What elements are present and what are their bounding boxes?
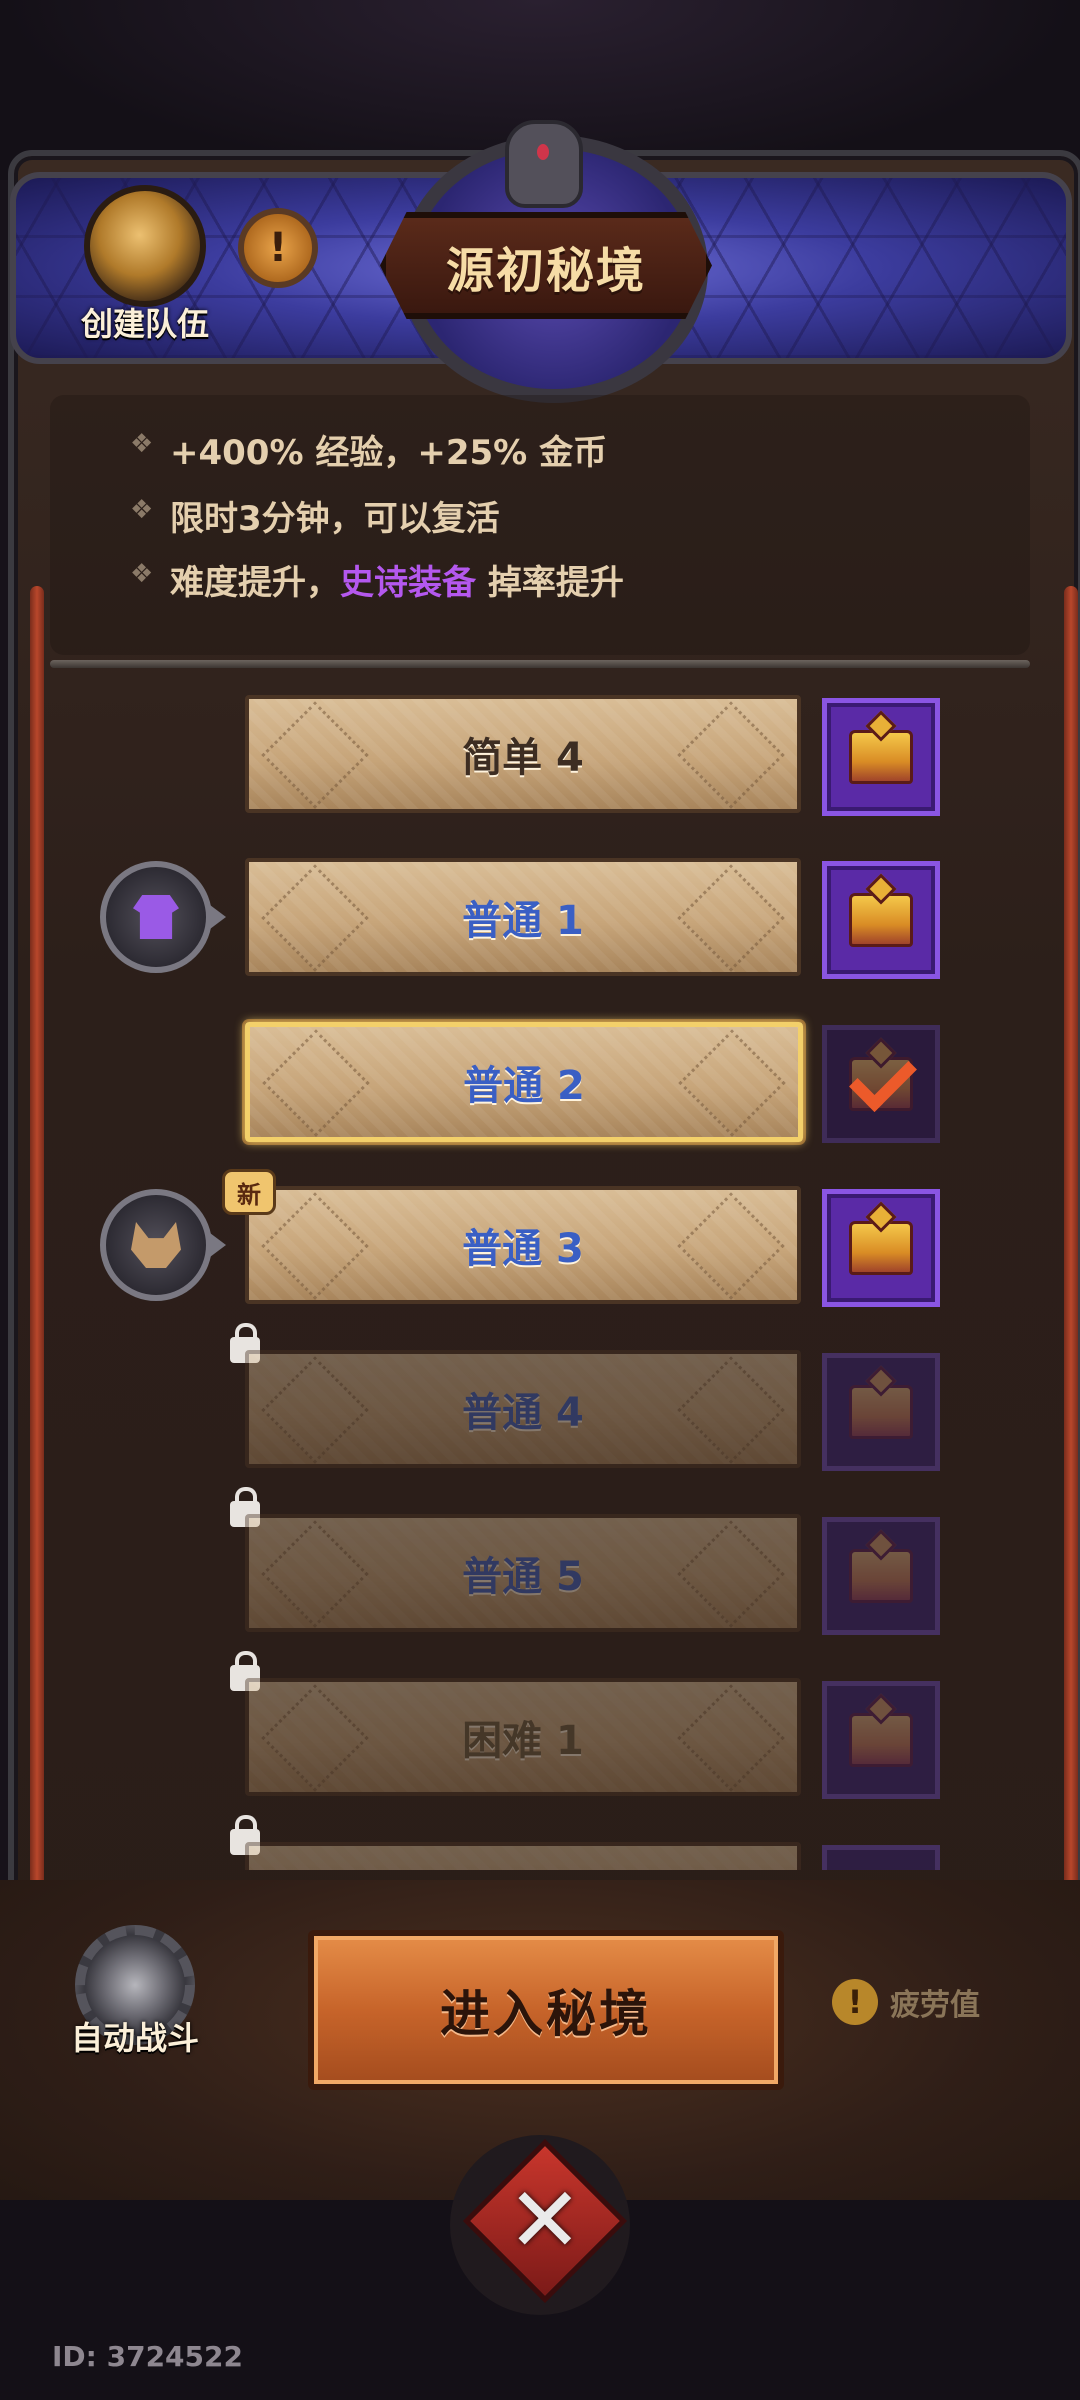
reward-chest-button[interactable] <box>822 1189 940 1307</box>
treasure-chest-icon <box>849 1549 913 1603</box>
bonus-line-3: ❖ 难度提升，史诗装备 掉率提升 <box>130 559 624 603</box>
skull-ornament-icon <box>505 120 583 208</box>
diamond-bullet-icon: ❖ <box>130 559 154 589</box>
treasure-chest-icon <box>849 1221 913 1275</box>
level-label: 困难 1 <box>462 1718 584 1764</box>
level-button-normal-1[interactable]: 普通 1 <box>245 858 801 976</box>
close-icon: ✕ <box>507 2167 583 2273</box>
level-row: 普通 5 <box>50 1487 1030 1635</box>
level-button-easy-4[interactable]: 简单 4 <box>245 695 801 813</box>
panel-rail-left <box>30 586 44 1971</box>
level-label: 普通 4 <box>462 1390 584 1436</box>
level-row <box>50 1815 1030 1870</box>
level-row: 普通 2 <box>50 1007 1030 1143</box>
level-row: 简单 4 <box>50 680 1030 816</box>
diamond-bullet-icon: ❖ <box>130 429 154 459</box>
exclamation-icon: ! <box>832 1979 878 2025</box>
exclamation-icon: ! <box>268 225 288 271</box>
create-team-button[interactable]: 创建队伍 <box>60 185 230 343</box>
reward-chest-button[interactable] <box>822 698 940 816</box>
bonus-line-1: ❖ +400% 经验，+25% 金币 <box>130 429 608 473</box>
level-row: 困难 1 <box>50 1651 1030 1799</box>
fatigue-info[interactable]: ! 疲劳值 <box>832 1977 980 2027</box>
treasure-chest-icon <box>849 893 913 947</box>
level-button-normal-3[interactable]: 普通 3 <box>245 1186 801 1304</box>
dog-icon <box>131 1222 181 1268</box>
reward-chest-claimed[interactable] <box>822 1025 940 1143</box>
create-team-label: 创建队伍 <box>80 305 209 343</box>
bonus-line-2: ❖ 限时3分钟，可以复活 <box>130 495 500 539</box>
pet-reward-medal[interactable] <box>100 1189 226 1301</box>
diamond-bullet-icon: ❖ <box>130 495 154 525</box>
title-plate: 源初秘境 <box>380 212 712 319</box>
bonus-box: ❖ +400% 经验，+25% 金币 ❖ 限时3分钟，可以复活 ❖ 难度提升，史… <box>50 395 1030 655</box>
level-button-hard-1[interactable]: 困难 1 <box>245 1678 801 1796</box>
armor-icon <box>133 895 179 939</box>
treasure-chest-icon <box>849 1385 913 1439</box>
team-helmet-icon <box>84 185 206 307</box>
user-id: ID: 3724522 <box>52 2340 243 2373</box>
level-button-normal-2[interactable]: 普通 2 <box>245 1022 803 1142</box>
level-row: 普通 4 <box>50 1323 1030 1471</box>
reward-chest-locked[interactable] <box>822 1353 940 1471</box>
level-list[interactable]: 简单 4 普通 1 普通 2 普通 3 新 普通 4 普通 5 困难 1 <box>50 680 1030 1870</box>
epic-gear-text: 史诗装备 <box>340 563 476 603</box>
enter-dungeon-button[interactable]: 进入秘境 <box>308 1930 784 2090</box>
reward-chest-button[interactable] <box>822 861 940 979</box>
panel-rail-right <box>1064 586 1078 1971</box>
level-label: 普通 2 <box>463 1063 585 1109</box>
page-title: 源初秘境 <box>445 242 646 299</box>
level-button-next[interactable] <box>245 1842 801 1870</box>
auto-battle-button[interactable]: 自动战斗 <box>55 1925 215 2075</box>
treasure-chest-icon <box>849 1713 913 1767</box>
enter-dungeon-label: 进入秘境 <box>440 1984 652 2043</box>
reward-chest-locked[interactable] <box>822 1681 940 1799</box>
level-label: 普通 1 <box>462 898 584 944</box>
fatigue-label: 疲劳值 <box>890 1988 980 2023</box>
section-divider <box>50 660 1030 668</box>
level-label: 普通 3 <box>462 1226 584 1272</box>
level-label: 简单 4 <box>462 735 584 781</box>
level-row: 普通 3 新 <box>50 1169 1030 1307</box>
treasure-chest-icon <box>849 730 913 784</box>
reward-chest-locked[interactable] <box>822 1845 940 1870</box>
level-button-normal-4[interactable]: 普通 4 <box>245 1350 801 1468</box>
level-button-normal-5[interactable]: 普通 5 <box>245 1514 801 1632</box>
level-row: 普通 1 <box>50 843 1030 979</box>
level-label: 普通 5 <box>462 1554 584 1600</box>
armor-reward-medal[interactable] <box>100 861 226 973</box>
info-button[interactable]: ! <box>238 208 318 288</box>
reward-chest-locked[interactable] <box>822 1517 940 1635</box>
auto-battle-label: 自动战斗 <box>70 2019 199 2057</box>
new-badge: 新 <box>222 1169 276 1215</box>
